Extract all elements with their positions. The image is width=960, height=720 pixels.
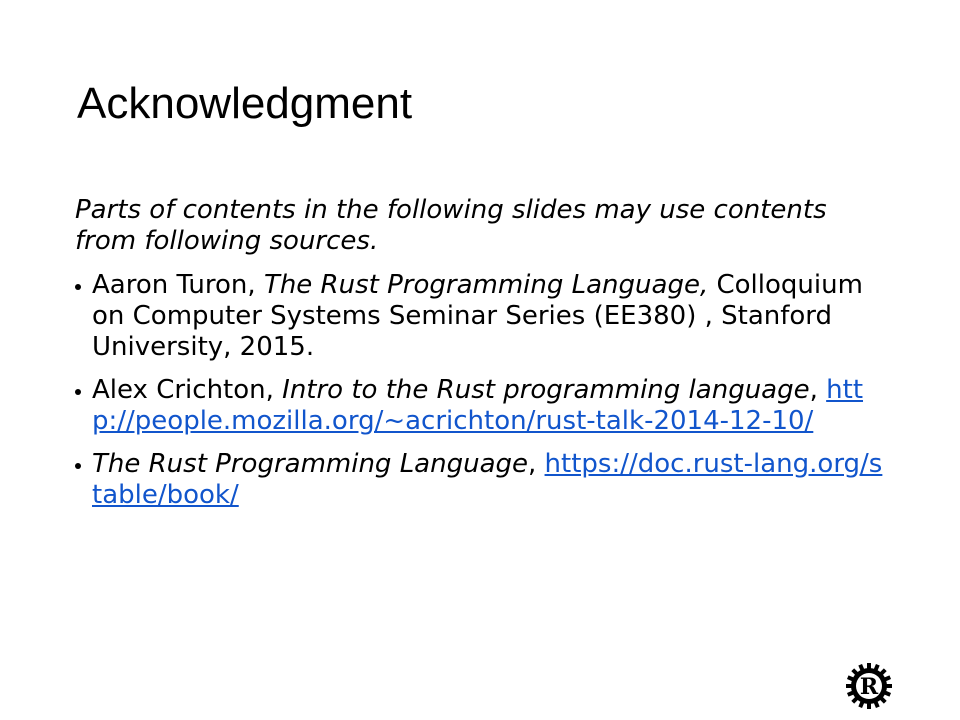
source-separator: , — [809, 375, 827, 405]
bullet-icon — [75, 389, 81, 395]
source-item-crichton: Alex Crichton, Intro to the Rust program… — [75, 375, 890, 437]
intro-text: Parts of contents in the following slide… — [75, 195, 827, 256]
source-list: Aaron Turon, The Rust Programming Langua… — [75, 270, 890, 511]
source-title: The Rust Programming Language, — [263, 270, 709, 300]
source-author: Aaron Turon, — [92, 270, 264, 300]
source-item-rust-book: The Rust Programming Language, https://d… — [75, 449, 890, 511]
source-separator: , — [528, 449, 545, 479]
source-item-turon: Aaron Turon, The Rust Programming Langua… — [75, 270, 890, 363]
slide-body: Parts of contents in the following slide… — [75, 195, 890, 523]
source-title: Intro to the Rust programming language — [282, 375, 810, 405]
bullet-icon — [75, 463, 81, 469]
rust-logo-icon: R — [846, 663, 892, 709]
source-title: The Rust Programming Language — [92, 449, 529, 479]
bullet-icon — [75, 284, 81, 290]
slide: Acknowledgment Parts of contents in the … — [0, 0, 960, 720]
source-author: Alex Crichton, — [92, 375, 283, 405]
slide-title: Acknowledgment — [77, 79, 413, 128]
rust-logo-letter: R — [860, 674, 879, 700]
